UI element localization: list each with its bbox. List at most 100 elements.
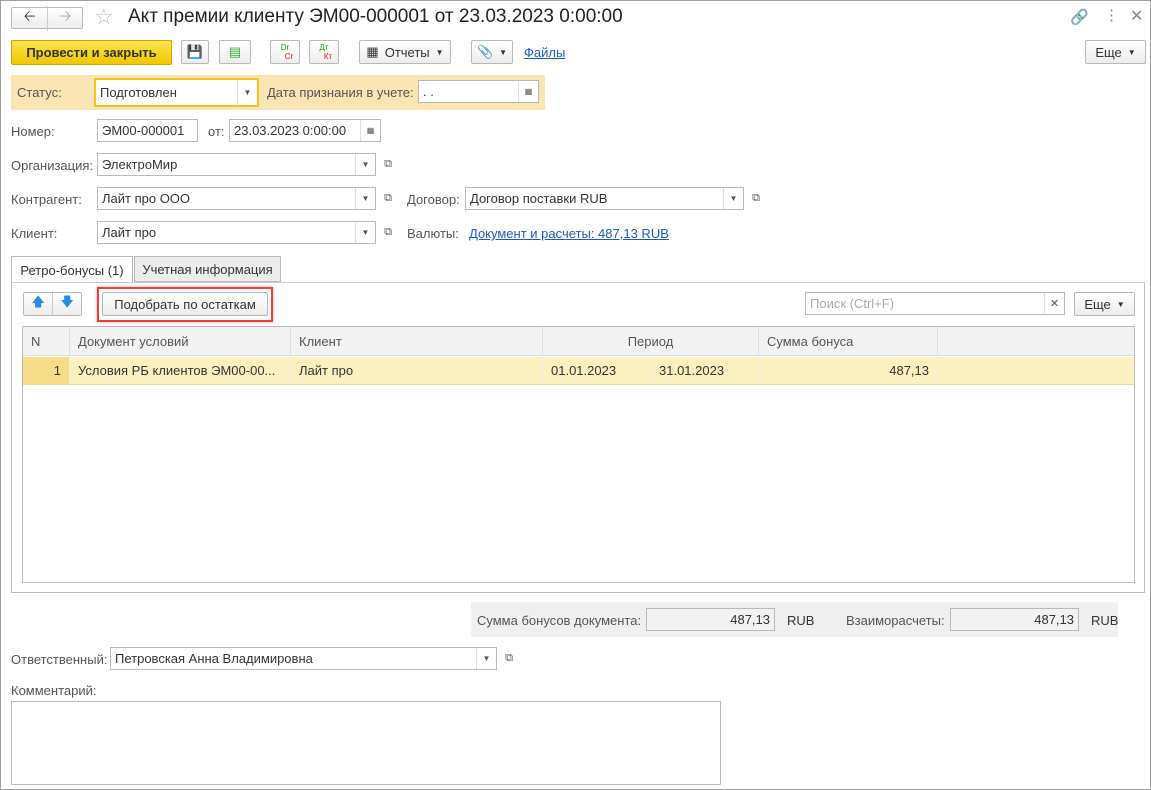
responsible-select[interactable]: Петровская Анна Владимировна ▼ xyxy=(110,647,497,670)
settlements-field: 487,13 xyxy=(950,608,1079,631)
chevron-down-icon[interactable]: ▼ xyxy=(476,648,496,669)
contractor-label: Контрагент: xyxy=(11,192,82,207)
open-icon[interactable]: ⧉ xyxy=(378,187,398,210)
more-menu-icon[interactable]: ⋮ xyxy=(1104,6,1119,24)
clear-icon[interactable]: ✕ xyxy=(1044,293,1064,314)
settlements-value: 487,13 xyxy=(1034,612,1074,627)
chevron-down-icon[interactable]: ▼ xyxy=(237,80,257,105)
comment-textarea[interactable] xyxy=(11,701,721,785)
table-header: N Документ условий Клиент Период Сумма б… xyxy=(23,327,1134,356)
bonus-currency: RUB xyxy=(787,613,815,628)
bonus-total-field: 487,13 xyxy=(646,608,775,631)
calendar-icon[interactable]: ▦ xyxy=(518,81,538,102)
responsible-value: Петровская Анна Владимировна xyxy=(115,651,313,666)
dr-cr-button[interactable]: Dr Cr xyxy=(270,40,300,64)
comment-label: Комментарий: xyxy=(11,683,97,698)
column-header-client[interactable]: Клиент xyxy=(291,327,543,356)
client-label: Клиент: xyxy=(11,226,58,241)
tab-retro-bonuses[interactable]: Ретро-бонусы (1) xyxy=(11,256,133,283)
status-select[interactable]: Подготовлен ▼ xyxy=(94,78,259,107)
paperclip-icon: 📎 xyxy=(476,44,494,59)
page-title: Акт премии клиенту ЭМ00-000001 от 23.03.… xyxy=(128,6,623,27)
tab-label: Ретро-бонусы (1) xyxy=(20,262,124,278)
reports-label: Отчеты xyxy=(384,44,430,60)
chevron-down-icon: ▼ xyxy=(1127,47,1136,57)
column-header-bonus-sum[interactable]: Сумма бонуса xyxy=(759,327,938,356)
status-label: Статус: xyxy=(17,85,62,100)
close-icon[interactable]: ✕ xyxy=(1130,6,1143,26)
cell-period-from: 01.01.2023 xyxy=(543,357,651,384)
document-date-input[interactable]: 23.03.2023 0:00:00 ▦ xyxy=(229,119,381,142)
table-row[interactable]: 1 Условия РБ клиентов ЭМ00-00... Лайт пр… xyxy=(23,357,1134,385)
dt-kt-button[interactable]: Дт Кт xyxy=(309,40,339,64)
number-input[interactable]: ЭМ00-000001 xyxy=(97,119,198,142)
cell-bonus-sum: 487,13 xyxy=(759,357,938,384)
cell-client: Лайт про xyxy=(291,357,543,384)
client-select[interactable]: Лайт про ▼ xyxy=(97,221,376,244)
calendar-icon[interactable]: ▦ xyxy=(360,120,380,141)
recognition-date-value: . . xyxy=(423,84,434,99)
chevron-down-icon: ▼ xyxy=(435,47,444,57)
chevron-down-icon[interactable]: ▼ xyxy=(355,222,375,243)
chevron-down-icon[interactable]: ▼ xyxy=(355,188,375,209)
chevron-down-icon: ▼ xyxy=(499,47,508,57)
tab-label: Учетная информация xyxy=(142,261,273,277)
files-link[interactable]: Файлы xyxy=(524,45,565,60)
bonus-total-label: Сумма бонусов документа: xyxy=(477,613,642,628)
contractor-value: Лайт про ООО xyxy=(102,191,191,206)
open-icon[interactable]: ⧉ xyxy=(378,221,398,244)
number-label: Номер: xyxy=(11,124,55,139)
settlements-currency: RUB xyxy=(1091,613,1119,628)
favorite-star-icon[interactable]: ☆ xyxy=(94,4,114,30)
link-icon[interactable]: 🔗 xyxy=(1070,8,1089,26)
arrow-down-icon[interactable]: 🡇 xyxy=(52,293,81,315)
arrow-up-icon[interactable]: 🡅 xyxy=(24,293,52,315)
forward-arrow-icon[interactable]: 🡢 xyxy=(47,5,82,31)
client-value: Лайт про xyxy=(102,225,157,240)
more-label: Еще xyxy=(1084,296,1111,312)
dt-label: Дт xyxy=(319,43,329,52)
currency-link[interactable]: Документ и расчеты: 487,13 RUB xyxy=(469,226,669,241)
open-icon[interactable]: ⧉ xyxy=(378,153,398,176)
document-date-value: 23.03.2023 0:00:00 xyxy=(234,123,347,138)
column-header-document[interactable]: Документ условий xyxy=(70,327,291,356)
back-arrow-icon[interactable]: 🡠 xyxy=(12,6,47,31)
search-input[interactable]: Поиск (Ctrl+F) ✕ xyxy=(805,292,1065,315)
organization-select[interactable]: ЭлектроМир ▼ xyxy=(97,153,376,176)
pick-by-balance-button[interactable]: Подобрать по остаткам xyxy=(102,292,268,316)
save-icon[interactable]: 💾 xyxy=(181,40,209,64)
cell-document: Условия РБ клиентов ЭМ00-00... xyxy=(70,357,291,384)
post-icon[interactable]: ▤ xyxy=(219,40,251,64)
reports-icon: ▦ xyxy=(366,44,379,59)
responsible-label: Ответственный: xyxy=(11,652,108,667)
tab-accounting-info[interactable]: Учетная информация xyxy=(134,256,281,282)
more-button[interactable]: Еще ▼ xyxy=(1085,40,1146,64)
recognition-date-label: Дата признания в учете: xyxy=(267,85,414,100)
column-header-period[interactable]: Период xyxy=(543,327,759,356)
cell-n: 1 xyxy=(23,357,70,384)
organization-value: ЭлектроМир xyxy=(102,157,178,172)
contract-value: Договор поставки RUB xyxy=(470,191,608,206)
cell-period-to: 31.01.2023 xyxy=(651,357,759,384)
open-icon[interactable]: ⧉ xyxy=(499,647,519,670)
post-and-close-button[interactable]: Провести и закрыть xyxy=(11,40,172,65)
nav-buttons: 🡠 🡢 xyxy=(11,5,83,31)
chevron-down-icon[interactable]: ▼ xyxy=(355,154,375,175)
organization-label: Организация: xyxy=(11,158,94,173)
recognition-date-input[interactable]: . . ▦ xyxy=(418,80,539,103)
bonus-table: N Документ условий Клиент Период Сумма б… xyxy=(22,326,1135,583)
cr-label: Cr xyxy=(284,52,294,61)
contract-select[interactable]: Договор поставки RUB ▼ xyxy=(465,187,744,210)
table-more-button[interactable]: Еще ▼ xyxy=(1074,292,1135,316)
open-icon[interactable]: ⧉ xyxy=(746,187,766,210)
kt-label: Кт xyxy=(323,52,333,61)
number-value: ЭМ00-000001 xyxy=(102,123,185,138)
reports-button[interactable]: ▦ Отчеты ▼ xyxy=(359,40,451,64)
column-header-n[interactable]: N xyxy=(23,327,70,356)
bonus-total-value: 487,13 xyxy=(730,612,770,627)
dr-label: Dr xyxy=(280,43,290,52)
attach-button[interactable]: 📎 ▼ xyxy=(471,40,513,64)
contractor-select[interactable]: Лайт про ООО ▼ xyxy=(97,187,376,210)
contract-label: Договор: xyxy=(407,192,460,207)
chevron-down-icon[interactable]: ▼ xyxy=(723,188,743,209)
